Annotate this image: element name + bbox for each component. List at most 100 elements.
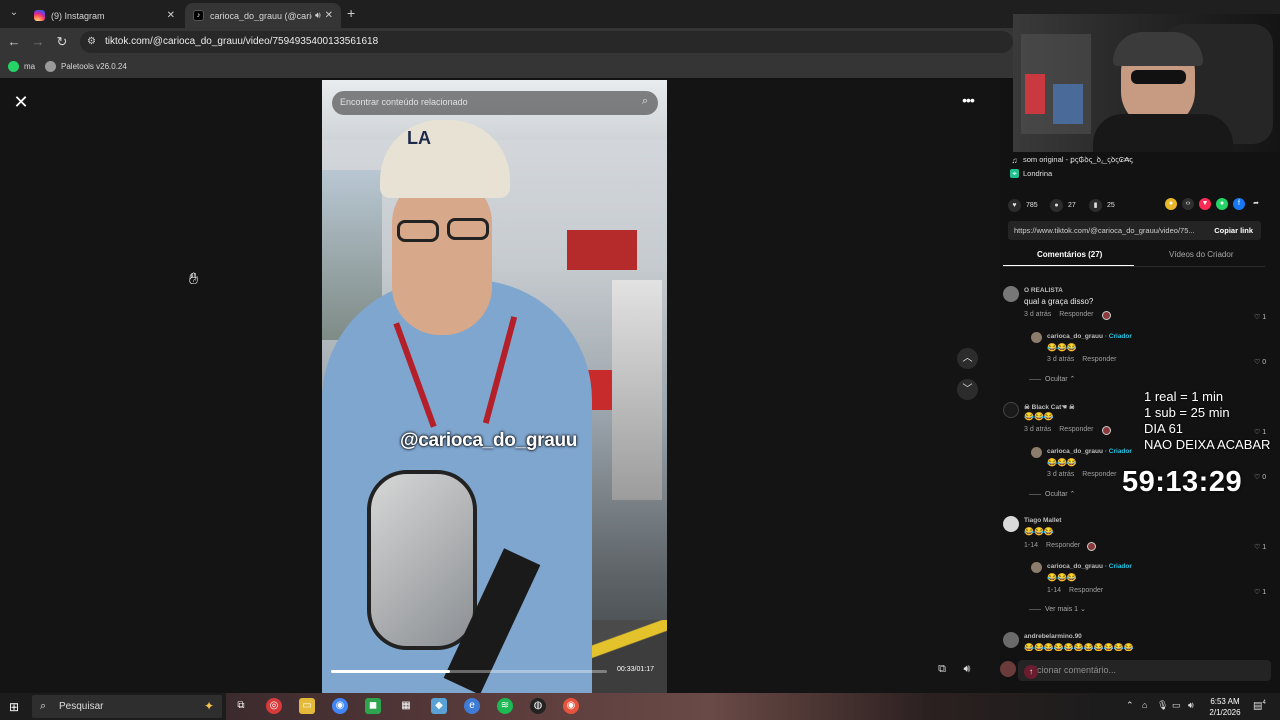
avatar[interactable] xyxy=(1003,516,1019,532)
tray-app-icon[interactable]: ⌂ xyxy=(1142,700,1147,710)
site-info-icon[interactable]: ⚙ xyxy=(87,36,99,48)
close-tab-icon[interactable]: ✕ xyxy=(167,10,175,21)
related-search-input[interactable]: Encontrar conteúdo relacionado ⌕ xyxy=(332,91,658,115)
mouse-cursor-icon: ✋︎ xyxy=(189,271,199,288)
comment-input[interactable]: Adicionar comentário... @ ☺ ↑ xyxy=(1018,660,1271,681)
repost-icon[interactable]: ▼ xyxy=(1199,198,1211,210)
tab-tiktok[interactable]: ♪ carioca_do_grauu (@carioca 🔊︎ ✕ xyxy=(185,3,341,28)
edge-icon[interactable]: e xyxy=(464,698,480,714)
save-stat[interactable]: ▮ 25 xyxy=(1089,199,1115,212)
tab-comments[interactable]: Comentários (27) xyxy=(1037,250,1102,259)
reply-username[interactable]: carioca_do_grauu · Criador xyxy=(1047,563,1132,570)
tab-audio-icon[interactable]: 🔊︎ xyxy=(315,10,321,21)
overlay-line: DIA 61 xyxy=(1144,421,1184,436)
avatar[interactable] xyxy=(1031,447,1042,458)
reply-button[interactable]: Responder xyxy=(1082,356,1116,363)
video-player[interactable]: LA xyxy=(322,80,667,693)
windows-start-icon[interactable]: ⊞ xyxy=(9,700,19,714)
reply-button[interactable]: Responder xyxy=(1046,542,1080,549)
comment-username[interactable]: ☠︎ Black Cat☚ ☠︎ xyxy=(1024,403,1075,411)
coin-icon[interactable]: ● xyxy=(1165,198,1177,210)
sound-row[interactable]: ♫ som original - ꝑꞔ₲ꝺꞔ_ꝺ⁁_ꞔꝺꞔ₢₳ꞔ xyxy=(1010,155,1133,165)
comment-username[interactable]: Tiago Mallet xyxy=(1024,517,1061,524)
hide-replies-button[interactable]: Ocultar ⌃ xyxy=(1029,375,1075,383)
music-note-icon: ♫ xyxy=(1011,155,1018,165)
chrome-active-icon[interactable]: ◉ xyxy=(563,698,579,714)
comment-like[interactable]: ♡ 0 xyxy=(1254,473,1266,481)
copy-link-button[interactable]: Copiar link xyxy=(1214,226,1253,235)
new-tab-button[interactable]: + xyxy=(347,5,355,21)
search-icon[interactable]: ⌕ xyxy=(642,95,648,108)
app-blue-icon[interactable]: ◆ xyxy=(431,698,447,714)
network-icon[interactable]: ▭ xyxy=(1172,700,1181,711)
reply-button[interactable]: Responder xyxy=(1059,311,1093,318)
taskbar-search[interactable]: ⌕ Pesquisar ✦ xyxy=(32,695,222,718)
windows-taskbar: ⊞ ⌕ Pesquisar ✦ ⧉ ◎ ▭ ◉ ◼ ▦ ◆ e ≋ ◍ ◉ ⌃ … xyxy=(0,693,1280,720)
tab-search-chevron-icon[interactable]: ⌄ xyxy=(6,5,22,21)
comment-like[interactable]: ♡ 1 xyxy=(1254,543,1266,551)
tab-label: (9) Instagram xyxy=(51,10,105,21)
back-arrow-icon[interactable]: ← xyxy=(6,35,22,49)
location-row[interactable]: ⌖ Londrina xyxy=(1010,169,1052,178)
reply-username[interactable]: carioca_do_grauu · Criador xyxy=(1047,333,1132,340)
avatar[interactable] xyxy=(1003,286,1019,302)
bookmark-whatsapp[interactable]: ma xyxy=(8,61,35,72)
share-arrow-icon[interactable]: ➦ xyxy=(1250,198,1262,210)
tab-instagram[interactable]: (9) Instagram ✕ xyxy=(26,3,183,28)
whatsapp-share-icon[interactable]: ● xyxy=(1216,198,1228,210)
facebook-share-icon[interactable]: f xyxy=(1233,198,1245,210)
my-avatar[interactable] xyxy=(1000,661,1016,677)
avatar[interactable] xyxy=(1003,632,1019,648)
emoji-icon[interactable]: ☺ xyxy=(1024,665,1241,677)
comment-username[interactable]: O REALISTA xyxy=(1024,287,1063,294)
previous-video-chevron-up-icon[interactable]: ︿ xyxy=(957,348,978,369)
comment-like[interactable]: ♡ 1 xyxy=(1254,313,1266,321)
embed-code-icon[interactable]: ‹› xyxy=(1182,198,1194,210)
app-green-icon[interactable]: ◼ xyxy=(365,698,381,714)
comment-like[interactable]: ♡ 0 xyxy=(1254,358,1266,366)
reply-username[interactable]: carioca_do_grauu · Criador xyxy=(1047,448,1132,455)
comment-time: 3 d atrás xyxy=(1024,426,1052,433)
file-explorer-icon[interactable]: ▭ xyxy=(299,698,315,714)
reply-button[interactable]: Responder xyxy=(1069,587,1103,594)
task-view-icon[interactable]: ⧉ xyxy=(233,698,249,714)
avatar[interactable] xyxy=(1003,402,1019,418)
like-stat[interactable]: ♥ 785 xyxy=(1008,199,1038,212)
forward-arrow-icon[interactable]: → xyxy=(30,35,46,49)
comment-like[interactable]: ♡ 1 xyxy=(1254,588,1266,596)
obs-icon[interactable]: ◍ xyxy=(530,698,546,714)
chrome-icon[interactable]: ◉ xyxy=(332,698,348,714)
notification-icon[interactable]: ▤4 xyxy=(1253,700,1266,711)
taskbar-clock[interactable]: 6:53 AM 2/1/2026 xyxy=(1204,696,1246,718)
picture-in-picture-icon[interactable]: ⧉ xyxy=(934,663,950,679)
avatar[interactable] xyxy=(1031,562,1042,573)
comment-username[interactable]: andrebelarmino.90 xyxy=(1024,633,1082,640)
hide-replies-button[interactable]: Ocultar ⌃ xyxy=(1029,490,1075,498)
spotify-icon[interactable]: ≋ xyxy=(497,698,513,714)
overlay-line: 1 real = 1 min xyxy=(1144,389,1224,404)
app-red-circle-icon[interactable]: ◎ xyxy=(266,698,282,714)
avatar[interactable] xyxy=(1031,332,1042,343)
send-arrow-icon[interactable]: ↑ xyxy=(1024,665,1038,679)
reply-button[interactable]: Responder xyxy=(1082,471,1116,478)
reload-icon[interactable]: ↻ xyxy=(54,35,70,49)
video-caption-overlay: @carioca_do_grauu xyxy=(400,430,578,451)
reply-username-text: carioca_do_grauu xyxy=(1047,563,1103,570)
reply-button[interactable]: Responder xyxy=(1059,426,1093,433)
close-tab-icon[interactable]: ✕ xyxy=(325,10,333,21)
next-video-chevron-down-icon[interactable]: ﹀ xyxy=(957,379,978,400)
more-options-icon[interactable]: ••• xyxy=(956,91,980,111)
comment-stat[interactable]: ● 27 xyxy=(1050,199,1076,212)
windows-store-icon[interactable]: ▦ xyxy=(398,698,414,714)
bookmark-label: ma xyxy=(24,62,36,71)
close-icon[interactable]: ✕ xyxy=(11,92,31,112)
speaker-icon[interactable]: 🔊︎ xyxy=(1188,700,1194,711)
bookmark-paletools[interactable]: Paletools v26.0.24 xyxy=(45,61,127,72)
tray-expand-chevron-icon[interactable]: ⌃ xyxy=(1126,700,1134,711)
view-more-replies-button[interactable]: Ver mais 1 ⌄ xyxy=(1029,605,1086,613)
microphone-icon[interactable]: 🎙︎ xyxy=(1157,700,1168,711)
volume-icon[interactable]: 🔊︎ xyxy=(959,663,975,679)
video-progress-bar[interactable] xyxy=(331,670,607,673)
tab-creator-videos[interactable]: Vídeos do Criador xyxy=(1169,250,1233,259)
url-bar[interactable]: ⚙ tiktok.com/@carioca_do_grauu/video/759… xyxy=(80,31,1013,53)
